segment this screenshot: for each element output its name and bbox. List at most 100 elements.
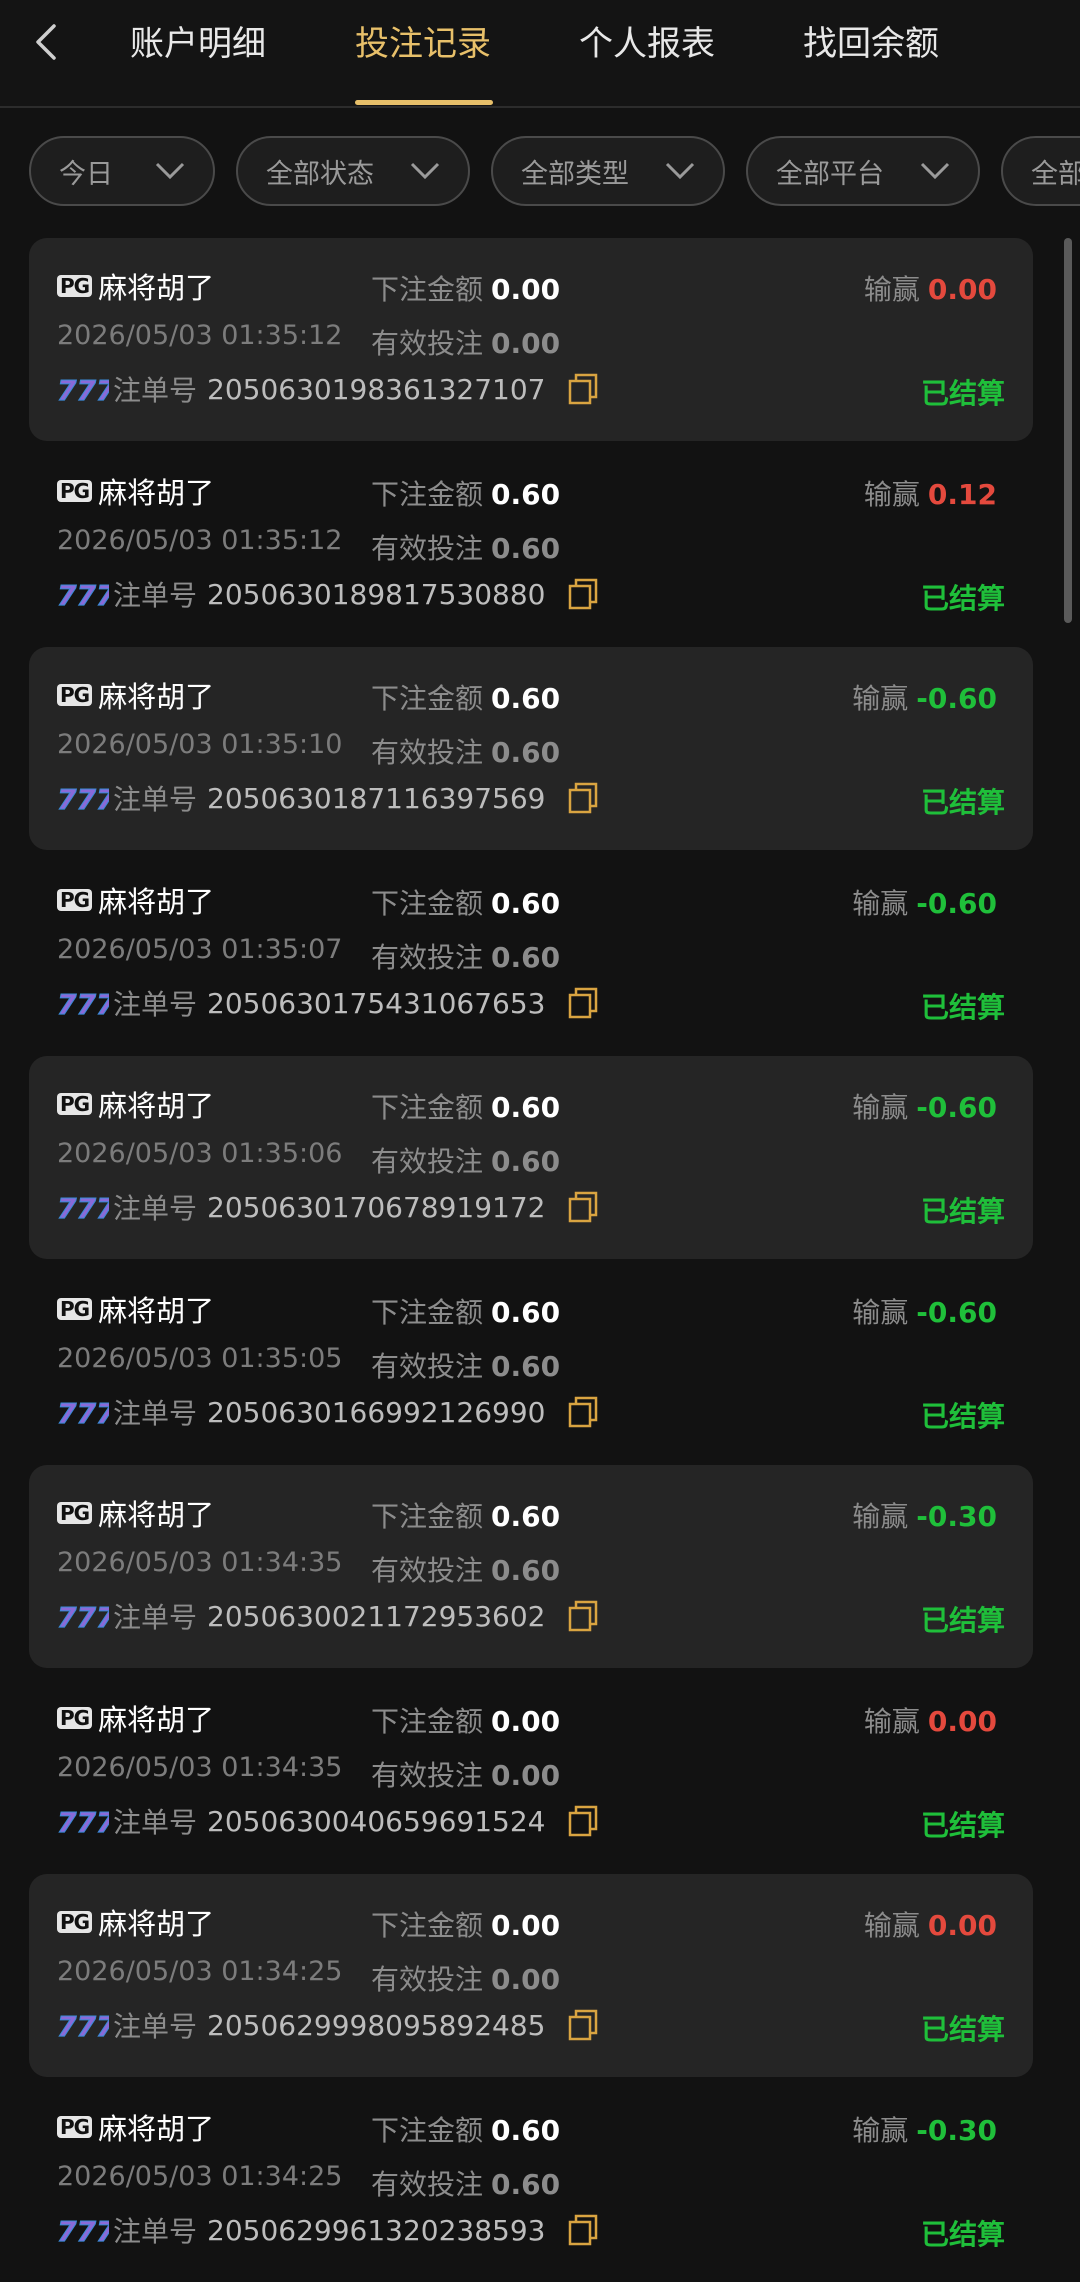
copy-icon[interactable] xyxy=(568,2009,598,2041)
copy-icon[interactable] xyxy=(568,1805,598,1837)
record-title: PG 麻将胡了 xyxy=(57,1289,214,1329)
order-number: 2050630198361327107 xyxy=(207,372,546,406)
order-number: 2050630187116397569 xyxy=(207,781,546,815)
filter-date-dropdown[interactable]: 今日 xyxy=(29,136,215,206)
order-number-row: 777 注单号 2050630189817530880 xyxy=(57,573,598,615)
order-number: 2050630189817530880 xyxy=(207,577,546,611)
game-name: 麻将胡了 xyxy=(98,1089,215,1123)
active-tab-indicator xyxy=(355,100,493,105)
win-loss: 输赢 -0.60 xyxy=(852,677,997,717)
order-number-row: 777 注单号 2050629961320238593 xyxy=(57,2209,598,2251)
bet-amount-value: 0.60 xyxy=(491,478,561,511)
bet-record-row[interactable]: PG 麻将胡了 2026/05/03 01:35:12 777 注单号 2050… xyxy=(29,443,1033,646)
order-number-row: 777 注单号 2050630040659691524 xyxy=(57,1800,598,1842)
order-number-row: 777 注单号 2050630175431067653 xyxy=(57,982,598,1024)
game-name: 麻将胡了 xyxy=(98,476,215,510)
copy-icon[interactable] xyxy=(568,1191,598,1223)
slot-777-icon: 777 xyxy=(57,2010,109,2043)
order-label: 注单号 xyxy=(113,988,198,1021)
win-loss: 输赢 -0.60 xyxy=(852,882,997,922)
pg-provider-logo: PG xyxy=(57,1502,93,1524)
bet-record-row[interactable]: PG 麻将胡了 2026/05/03 01:35:10 777 注单号 2050… xyxy=(29,647,1033,850)
copy-icon[interactable] xyxy=(568,782,598,814)
filter-status-dropdown[interactable]: 全部状态 xyxy=(236,136,470,206)
valid-bet-label: 有效投注 xyxy=(371,1963,484,1996)
win-loss-value: -0.60 xyxy=(916,1296,997,1329)
filter-type-dropdown[interactable]: 全部类型 xyxy=(491,136,725,206)
status-badge: 已结算 xyxy=(920,2218,1005,2251)
svg-text:777: 777 xyxy=(57,1192,109,1224)
record-title: PG 麻将胡了 xyxy=(57,1084,214,1124)
valid-bet-value: 0.60 xyxy=(491,2168,561,2201)
slot-777-icon: 777 xyxy=(57,1601,109,1634)
win-loss-value: 0.00 xyxy=(927,1909,997,1942)
order-number-row: 777 注单号 2050630170678919172 xyxy=(57,1186,598,1228)
filter-platform-dropdown[interactable]: 全部平台 xyxy=(746,136,980,206)
bet-amount-value: 0.60 xyxy=(491,2114,561,2147)
svg-text:777: 777 xyxy=(57,2010,109,2042)
tab-bet-records[interactable]: 投注记录 xyxy=(355,14,491,74)
win-loss: 输赢 0.00 xyxy=(864,1904,997,1944)
bet-amount: 下注金额 0.60 xyxy=(371,473,560,513)
pg-provider-logo: PG xyxy=(57,684,93,706)
copy-icon[interactable] xyxy=(568,987,598,1019)
record-title: PG 麻将胡了 xyxy=(57,1493,214,1533)
win-loss: 输赢 -0.30 xyxy=(852,1495,997,1535)
order-number-row: 777 注单号 2050630187116397569 xyxy=(57,777,598,819)
valid-bet-label: 有效投注 xyxy=(371,1145,484,1178)
bet-amount-label: 下注金额 xyxy=(371,1705,484,1738)
copy-icon[interactable] xyxy=(568,2214,598,2246)
bet-time: 2026/05/03 01:35:05 xyxy=(57,1343,343,1374)
bet-record-row[interactable]: PG 麻将胡了 2026/05/03 01:34:25 777 注单号 2050… xyxy=(29,1874,1033,2077)
bet-record-row[interactable]: PG 麻将胡了 2026/05/03 01:34:35 777 注单号 2050… xyxy=(29,1670,1033,1873)
bet-record-row[interactable]: PG 麻将胡了 2026/05/03 01:35:12 777 注单号 2050… xyxy=(29,238,1033,441)
record-title: PG 麻将胡了 xyxy=(57,266,214,306)
bet-amount-label: 下注金额 xyxy=(371,1296,484,1329)
slot-777-icon: 777 xyxy=(57,2215,109,2248)
bet-time: 2026/05/03 01:35:06 xyxy=(57,1138,343,1169)
copy-icon[interactable] xyxy=(568,1396,598,1428)
status-badge: 已结算 xyxy=(920,1195,1005,1228)
bet-record-row[interactable]: PG 麻将胡了 2026/05/03 01:35:07 777 注单号 2050… xyxy=(29,852,1033,1055)
scrollbar[interactable] xyxy=(1064,238,1072,623)
valid-bet: 有效投注 0.00 xyxy=(371,1754,560,1794)
bet-record-row[interactable]: PG 麻将胡了 2026/05/03 01:34:25 777 注单号 2050… xyxy=(29,2079,1033,2282)
bet-amount-label: 下注金额 xyxy=(371,887,484,920)
game-name: 麻将胡了 xyxy=(98,680,215,714)
order-label: 注单号 xyxy=(113,1192,198,1225)
bet-amount: 下注金额 0.60 xyxy=(371,2109,560,2149)
record-title: PG 麻将胡了 xyxy=(57,1698,214,1738)
bet-time: 2026/05/03 01:34:25 xyxy=(57,1956,343,1987)
copy-icon[interactable] xyxy=(568,373,598,405)
bet-amount-label: 下注金额 xyxy=(371,1500,484,1533)
copy-icon[interactable] xyxy=(568,578,598,610)
bet-time: 2026/05/03 01:34:35 xyxy=(57,1752,343,1783)
copy-icon[interactable] xyxy=(568,1600,598,1632)
bet-record-row[interactable]: PG 麻将胡了 2026/05/03 01:35:06 777 注单号 2050… xyxy=(29,1056,1033,1259)
bet-record-row[interactable]: PG 麻将胡了 2026/05/03 01:34:35 777 注单号 2050… xyxy=(29,1465,1033,1668)
tab-personal-report[interactable]: 个人报表 xyxy=(579,14,715,74)
valid-bet-value: 0.60 xyxy=(491,1554,561,1587)
back-button[interactable] xyxy=(26,18,66,66)
order-label: 注单号 xyxy=(113,2010,198,2043)
top-nav-bar: 账户明细 投注记录 个人报表 找回余额 xyxy=(0,0,1080,108)
win-loss-value: 0.00 xyxy=(927,1705,997,1738)
tab-recover-balance[interactable]: 找回余额 xyxy=(803,14,939,74)
order-number: 2050629998095892485 xyxy=(207,2008,546,2042)
slot-777-icon: 777 xyxy=(57,374,109,407)
game-name: 麻将胡了 xyxy=(98,885,215,919)
win-loss-label: 输赢 xyxy=(852,1091,909,1124)
valid-bet-value: 0.00 xyxy=(491,1759,561,1792)
chevron-down-icon xyxy=(665,162,695,180)
valid-bet-label: 有效投注 xyxy=(371,941,484,974)
svg-text:777: 777 xyxy=(57,783,109,815)
valid-bet-label: 有效投注 xyxy=(371,327,484,360)
bet-record-row[interactable]: PG 麻将胡了 2026/05/03 01:35:05 777 注单号 2050… xyxy=(29,1261,1033,1464)
slot-777-icon: 777 xyxy=(57,783,109,816)
order-number: 2050630175431067653 xyxy=(207,986,546,1020)
tab-account-details[interactable]: 账户明细 xyxy=(130,14,266,74)
valid-bet-value: 0.60 xyxy=(491,532,561,565)
svg-text:777: 777 xyxy=(57,988,109,1020)
bet-time: 2026/05/03 01:34:35 xyxy=(57,1547,343,1578)
filter-more-dropdown[interactable]: 全部 xyxy=(1001,136,1080,206)
